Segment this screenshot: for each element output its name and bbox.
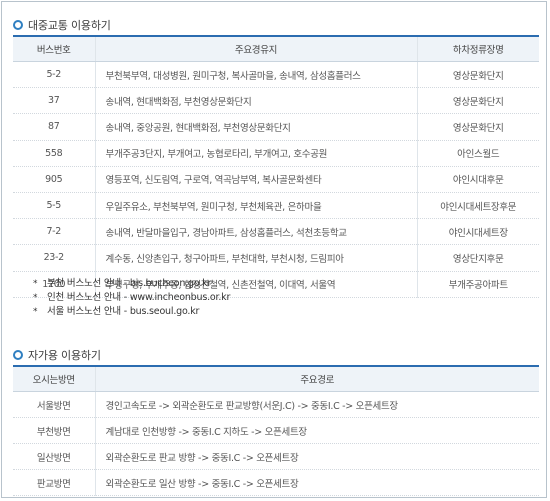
table-row: 905 영등포역, 신도림역, 구로역, 역곡남부역, 복사골문화센타 야인시대후문 bbox=[13, 166, 539, 193]
bus-number: 5-5 bbox=[13, 192, 95, 220]
alight-stop: 야인시대세트장 bbox=[416, 218, 539, 246]
table-row: 5-5 우일주유소, 부천북부역, 원미구청, 부천체육관, 은하마을 야인시대세트… bbox=[13, 192, 539, 220]
bus-number: 905 bbox=[13, 166, 95, 193]
car-section-heading: 자가용 이용하기 bbox=[13, 347, 101, 363]
bullet-circle-icon bbox=[13, 350, 23, 360]
bus-number: 7-2 bbox=[13, 218, 95, 246]
link-item[interactable]: * 서울 버스노선 안내 - bus.seoul.go.kr bbox=[33, 305, 230, 319]
route-stops: 송내역, 현대백화점, 부천영상문화단지 bbox=[94, 87, 417, 115]
table-row: 판교방면 외곽순환도로 일산 방향 -> 중동I.C -> 오픈세트장 bbox=[13, 469, 539, 496]
bus-route-table: 버스번호 주요경유지 하차정류장명 5-2 부천북부역, 대성병원, 원미구청, … bbox=[13, 35, 539, 298]
bus-number: 87 bbox=[13, 113, 95, 141]
main-route: 외곽순환도로 일산 방향 -> 중동I.C -> 오픈세트장 bbox=[94, 469, 539, 496]
bus-number: 558 bbox=[13, 140, 95, 167]
bullet-circle-icon bbox=[13, 20, 23, 30]
alight-stop: 아인스월드 bbox=[416, 140, 539, 167]
column-header-route: 주요경유지 bbox=[94, 35, 417, 62]
bus-section-heading: 대중교통 이용하기 bbox=[13, 17, 111, 33]
main-route: 계남대로 인천방향 -> 중동I.C 지하도 -> 오픈세트장 bbox=[94, 417, 539, 444]
car-route-table: 오시는방면 주요경로 서울방면 경인고속도로 -> 외곽순환도로 판교방향(서운J… bbox=[13, 365, 539, 496]
incheon-bus-link[interactable]: 인천 버스노선 안내 - www.incheonbus.or.kr bbox=[47, 291, 230, 305]
column-header-direction: 오시는방면 bbox=[13, 365, 95, 392]
table-row: 23-2 계수동, 신앙촌입구, 청구아파트, 부천대학, 부천시청, 드림피아 영… bbox=[13, 244, 539, 272]
asterisk-icon: * bbox=[33, 279, 38, 289]
route-stops: 계수동, 신앙촌입구, 청구아파트, 부천대학, 부천시청, 드림피아 bbox=[94, 244, 417, 272]
bus-section-title: 대중교통 이용하기 bbox=[28, 19, 111, 32]
table-header-row: 오시는방면 주요경로 bbox=[13, 365, 539, 392]
alight-stop: 야인시대세트장후문 bbox=[416, 192, 539, 220]
bucheon-bus-link[interactable]: 부천 버스노선 안내 - bis.bucheon.go.kr bbox=[47, 277, 211, 291]
table-row: 7-2 송내역, 반달마을입구, 경남아파트, 삼성홈플러스, 석천초등학교 야인시… bbox=[13, 218, 539, 246]
alight-stop: 야인시대후문 bbox=[416, 166, 539, 193]
main-route: 경인고속도로 -> 외곽순환도로 판교방향(서운J.C) -> 중동I.C ->… bbox=[94, 391, 539, 418]
seoul-bus-link[interactable]: 서울 버스노선 안내 - bus.seoul.go.kr bbox=[47, 305, 199, 319]
route-stops: 우일주유소, 부천북부역, 원미구청, 부천체육관, 은하마을 bbox=[94, 192, 417, 220]
route-stops: 영등포역, 신도림역, 구로역, 역곡남부역, 복사골문화센타 bbox=[94, 166, 417, 193]
route-stops: 부개주공3단지, 부개여고, 농협로타리, 부개여고, 호수공원 bbox=[94, 140, 417, 167]
table-row: 부천방면 계남대로 인천방향 -> 중동I.C 지하도 -> 오픈세트장 bbox=[13, 417, 539, 444]
table-row: 서울방면 경인고속도로 -> 외곽순환도로 판교방향(서운J.C) -> 중동I.… bbox=[13, 391, 539, 418]
direction: 판교방면 bbox=[13, 469, 95, 496]
column-header-bus-number: 버스번호 bbox=[13, 35, 95, 62]
alight-stop: 영상문화단지 bbox=[416, 87, 539, 115]
route-stops: 송내역, 반달마을입구, 경남아파트, 삼성홈플러스, 석천초등학교 bbox=[94, 218, 417, 246]
alight-stop: 부개주공아파트 bbox=[416, 271, 539, 298]
bus-number: 23-2 bbox=[13, 244, 95, 272]
table-row: 37 송내역, 현대백화점, 부천영상문화단지 영상문화단지 bbox=[13, 87, 539, 115]
direction: 서울방면 bbox=[13, 391, 95, 418]
table-row: 558 부개주공3단지, 부개여고, 농협로타리, 부개여고, 호수공원 아인스월드 bbox=[13, 140, 539, 167]
table-row: 일산방면 외곽순환도로 판교 방향 -> 중동I.C -> 오픈세트장 bbox=[13, 443, 539, 470]
asterisk-icon: * bbox=[33, 307, 38, 317]
column-header-main-route: 주요경로 bbox=[94, 365, 539, 392]
asterisk-icon: * bbox=[33, 293, 38, 303]
bus-number: 5-2 bbox=[13, 61, 95, 89]
car-section-title: 자가용 이용하기 bbox=[28, 349, 101, 362]
direction: 부천방면 bbox=[13, 417, 95, 444]
bus-number: 37 bbox=[13, 87, 95, 115]
main-route: 외곽순환도로 판교 방향 -> 중동I.C -> 오픈세트장 bbox=[94, 443, 539, 470]
direction: 일산방면 bbox=[13, 443, 95, 470]
link-item[interactable]: * 부천 버스노선 안내 - bis.bucheon.go.kr bbox=[33, 277, 230, 291]
alight-stop: 영상단지후문 bbox=[416, 244, 539, 272]
column-header-stop: 하차정류장명 bbox=[416, 35, 539, 62]
alight-stop: 영상문화단지 bbox=[416, 113, 539, 141]
alight-stop: 영상문화단지 bbox=[416, 61, 539, 89]
route-stops: 부천북부역, 대성병원, 원미구청, 복사골마을, 송내역, 삼성홈플러스 bbox=[94, 61, 417, 89]
link-item[interactable]: * 인천 버스노선 안내 - www.incheonbus.or.kr bbox=[33, 291, 230, 305]
table-header-row: 버스번호 주요경유지 하차정류장명 bbox=[13, 35, 539, 62]
route-stops: 송내역, 중앙공원, 현대백화점, 부천영상문화단지 bbox=[94, 113, 417, 141]
bus-route-links: * 부천 버스노선 안내 - bis.bucheon.go.kr * 인천 버스노선… bbox=[33, 277, 230, 319]
table-row: 87 송내역, 중앙공원, 현대백화점, 부천영상문화단지 영상문화단지 bbox=[13, 113, 539, 141]
table-row: 5-2 부천북부역, 대성병원, 원미구청, 복사골마을, 송내역, 삼성홈플러스… bbox=[13, 61, 539, 89]
